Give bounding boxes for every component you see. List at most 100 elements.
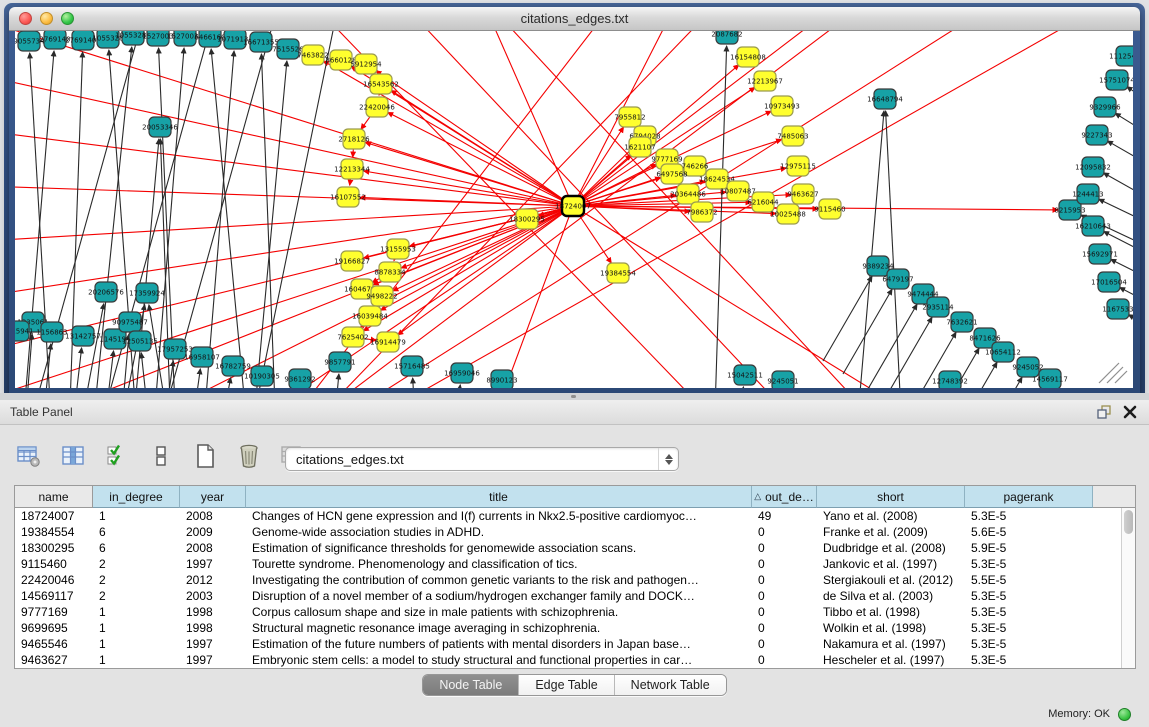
table-vertical-scrollbar[interactable]	[1121, 508, 1135, 668]
table-cell[interactable]: 1	[93, 636, 180, 652]
table-cell[interactable]: 1997	[180, 652, 246, 668]
column-header-year[interactable]: year	[180, 486, 246, 508]
table-cell[interactable]: Yano et al. (2008)	[817, 508, 965, 524]
column-visibility-icon[interactable]	[58, 441, 88, 471]
table-cell[interactable]: 5.9E-5	[965, 540, 1093, 556]
tab-network-table[interactable]: Network Table	[615, 675, 726, 695]
table-cell[interactable]: 5.3E-5	[965, 508, 1093, 524]
graph-node[interactable]: 13142757	[65, 326, 101, 346]
graph-node[interactable]: 9245051	[767, 371, 798, 388]
table-cell[interactable]: 0	[752, 556, 817, 572]
table-cell[interactable]: 1	[93, 508, 180, 524]
table-cell[interactable]: 1997	[180, 556, 246, 572]
table-cell[interactable]: 18300295	[15, 540, 93, 556]
table-cell[interactable]: 2	[93, 556, 180, 572]
table-cell[interactable]: 0	[752, 636, 817, 652]
graph-node[interactable]: 11125440	[1109, 46, 1133, 66]
column-header-filler[interactable]	[1093, 486, 1135, 508]
delete-table-icon[interactable]	[234, 441, 264, 471]
table-cell[interactable]: de Silva et al. (2003)	[817, 588, 965, 604]
graph-node[interactable]: 1244413	[1072, 184, 1103, 204]
merge-rows-icon[interactable]	[146, 441, 176, 471]
table-cell[interactable]: 0	[752, 652, 817, 668]
graph-node[interactable]: 15716485	[394, 356, 430, 376]
graph-node[interactable]: 7625402	[337, 327, 368, 347]
graph-node[interactable]: 13155953	[380, 239, 416, 259]
panel-splitter[interactable]	[0, 393, 1149, 400]
graph-node[interactable]: 9227343	[1081, 125, 1112, 145]
graph-node[interactable]: 8878334	[374, 262, 406, 282]
table-row[interactable]: 1830029562008Estimation of significance …	[15, 540, 1121, 556]
select-rows-icon[interactable]	[102, 441, 132, 471]
table-cell[interactable]: 5.3E-5	[965, 556, 1093, 572]
graph-node[interactable]: 8990123	[486, 370, 517, 388]
table-cell[interactable]: Jankovic et al. (1997)	[817, 556, 965, 572]
column-header-out_de…[interactable]: △out_de…	[752, 486, 817, 508]
table-cell[interactable]: 1997	[180, 636, 246, 652]
close-panel-icon[interactable]	[1121, 403, 1139, 421]
table-cell[interactable]: Nakamura et al. (1997)	[817, 636, 965, 652]
table-cell[interactable]: 0	[752, 588, 817, 604]
table-row[interactable]: 946554611997Estimation of the future num…	[15, 636, 1121, 652]
table-row[interactable]: 946362711997Embryonic stem cells: a mode…	[15, 652, 1121, 668]
citation-network-graph[interactable]: 1872400790557342769140276914061055328105…	[15, 31, 1133, 388]
table-row[interactable]: 969969511998Structural magnetic resonanc…	[15, 620, 1121, 636]
table-cell[interactable]: 9699695	[15, 620, 93, 636]
graph-node[interactable]: 20206576	[88, 282, 124, 302]
graph-node[interactable]: 15751074	[1099, 70, 1133, 90]
graph-node[interactable]: 10973493	[764, 96, 800, 116]
network-canvas[interactable]: 1872400790557342769140276914061055328105…	[15, 31, 1133, 388]
tab-edge-table[interactable]: Edge Table	[519, 675, 614, 695]
table-cell[interactable]: Genome-wide association studies in ADHD.	[246, 524, 752, 540]
table-cell[interactable]: 5.3E-5	[965, 604, 1093, 620]
table-cell[interactable]: 5.6E-5	[965, 524, 1093, 540]
table-cell[interactable]: Estimation of significance thresholds fo…	[246, 540, 752, 556]
table-cell[interactable]: 22420046	[15, 572, 93, 588]
graph-node[interactable]: 10025488	[770, 204, 806, 224]
graph-node[interactable]: 1621107	[624, 137, 655, 157]
graph-node[interactable]: 15042511	[727, 365, 763, 385]
table-cell[interactable]: 0	[752, 572, 817, 588]
table-cell[interactable]: 2003	[180, 588, 246, 604]
graph-node[interactable]: 2087682	[711, 31, 742, 44]
graph-node[interactable]: 9463627	[787, 184, 818, 204]
table-cell[interactable]: Estimation of the future numbers of pati…	[246, 636, 752, 652]
table-cell[interactable]: 1998	[180, 604, 246, 620]
table-row[interactable]: 1872400712008Changes of HCN gene express…	[15, 508, 1121, 524]
graph-node[interactable]: 20053346	[142, 117, 178, 137]
graph-node[interactable]: 6497568	[656, 164, 687, 184]
table-cell[interactable]: 5.3E-5	[965, 652, 1093, 668]
table-row[interactable]: 911546021997Tourette syndrome. Phenomeno…	[15, 556, 1121, 572]
graph-node[interactable]: 7955812	[614, 107, 645, 127]
new-table-icon[interactable]	[190, 441, 220, 471]
graph-node[interactable]: 16959046	[444, 363, 480, 383]
table-cell[interactable]: Structural magnetic resonance image aver…	[246, 620, 752, 636]
table-cell[interactable]: 9115460	[15, 556, 93, 572]
graph-node[interactable]: 9857791	[324, 352, 355, 372]
tab-node-table[interactable]: Node Table	[423, 675, 519, 695]
table-cell[interactable]: 1	[93, 620, 180, 636]
table-cell[interactable]: 9465546	[15, 636, 93, 652]
table-cell[interactable]: 2	[93, 572, 180, 588]
table-cell[interactable]: 1	[93, 652, 180, 668]
table-cell[interactable]: 2	[93, 588, 180, 604]
graph-node[interactable]: 7485063	[777, 126, 808, 146]
table-cell[interactable]: 5.3E-5	[965, 620, 1093, 636]
graph-node[interactable]: 2935114	[922, 297, 954, 317]
table-cell[interactable]: 0	[752, 524, 817, 540]
graph-node[interactable]: 16914479	[370, 332, 406, 352]
graph-node[interactable]: 9115460	[814, 199, 845, 219]
graph-node[interactable]: 19384554	[600, 263, 636, 283]
graph-node[interactable]: 16107552	[330, 187, 366, 207]
table-cell[interactable]: 2009	[180, 524, 246, 540]
column-header-short[interactable]: short	[817, 486, 965, 508]
graph-node[interactable]: 9498222	[366, 286, 397, 306]
table-row[interactable]: 2242004622012Investigating the contribut…	[15, 572, 1121, 588]
table-row[interactable]: 1456911722003Disruption of a novel membe…	[15, 588, 1121, 604]
resize-grip-icon[interactable]	[1099, 363, 1119, 383]
table-cell[interactable]: Investigating the contribution of common…	[246, 572, 752, 588]
table-row[interactable]: 977716911998Corpus callosum shape and si…	[15, 604, 1121, 620]
table-cell[interactable]: 9463627	[15, 652, 93, 668]
table-cell[interactable]: Tourette syndrome. Phenomenology and cla…	[246, 556, 752, 572]
graph-node[interactable]: 2718126	[338, 129, 370, 149]
